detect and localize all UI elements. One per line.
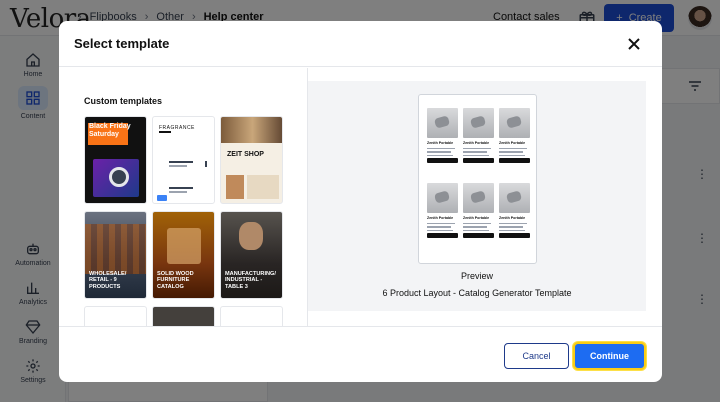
dialog-footer: Cancel Continue (59, 326, 662, 382)
thumb-line (159, 131, 171, 133)
preview-product-card: Zenith Portable (427, 183, 460, 251)
preview-product-description (427, 148, 460, 157)
preview-product-button (499, 233, 530, 239)
preview-product-name: Zenith Portable (499, 216, 526, 220)
preview-product-button (463, 233, 494, 239)
thumb-warehouse-image (85, 224, 146, 274)
thumb-label: MANUFACTURING/ INDUSTRIAL - TABLE 3 (225, 270, 276, 290)
preview-label: Preview (460, 271, 493, 281)
template-thumbnail-manufacturing-industrial[interactable]: MANUFACTURING/ INDUSTRIAL - TABLE 3 (220, 211, 283, 299)
thumb-workshop-image (167, 228, 201, 264)
template-thumbnail-solid-wood-furniture[interactable]: SOLID WOOD FURNITURE CATALOG (152, 211, 215, 299)
preview-product-image (427, 108, 458, 138)
template-thumbnail-wholesale-retail[interactable]: WHOLESALE/ RETAIL - 9 PRODUCTS (84, 211, 147, 299)
dialog-title: Select template (74, 36, 170, 51)
preview-product-button (427, 233, 458, 239)
preview-template-name: 6 Product Layout - Catalog Generator Tem… (382, 288, 572, 298)
thumb-line (205, 161, 207, 167)
thumb-person-image (239, 222, 263, 250)
preview-product-description (463, 148, 496, 157)
thumb-caption: ZEIT SHOP (227, 151, 264, 158)
preview-product-image (499, 183, 530, 213)
preview-product-card: Zenith Portable (463, 183, 496, 251)
thumb-label: WHOLESALE/ RETAIL - 9 PRODUCTS (89, 270, 127, 290)
close-icon[interactable] (627, 37, 641, 51)
continue-button[interactable]: Continue (573, 342, 646, 370)
preview-product-card: Zenith Portable (427, 108, 460, 176)
template-thumbnail-fragrance[interactable]: FRAGRANCE (152, 116, 215, 204)
templates-list[interactable]: Custom templates Black Friday Saturday F… (59, 68, 308, 326)
preview-pane: Zenith Portable Zenith Portable Zenith Por… (308, 81, 646, 311)
thumb-product-grid (247, 175, 279, 199)
thumb-line (169, 165, 187, 167)
template-thumbnail[interactable] (84, 306, 147, 326)
template-thumbnail-black-friday[interactable]: Black Friday Saturday (84, 116, 147, 204)
thumb-line (169, 187, 193, 189)
preview-product-button (427, 158, 458, 164)
preview-product-card: Zenith Portable (499, 108, 532, 176)
thumb-label: SOLID WOOD FURNITURE CATALOG (157, 270, 194, 290)
preview-product-name: Zenith Portable (463, 141, 490, 145)
preview-product-name: Zenith Portable (499, 141, 526, 145)
template-thumbnail[interactable] (220, 306, 283, 326)
preview-product-button (463, 158, 494, 164)
thumb-watch-images (221, 117, 282, 143)
preview-product-name: Zenith Portable (463, 216, 490, 220)
preview-product-description (499, 223, 532, 232)
preview-product-button (499, 158, 530, 164)
cancel-button[interactable]: Cancel (504, 343, 569, 369)
washing-machine-icon (109, 167, 129, 187)
thumb-line (169, 161, 193, 163)
preview-product-name: Zenith Portable (427, 216, 454, 220)
template-thumbnail[interactable] (152, 306, 215, 326)
preview-product-card: Zenith Portable (499, 183, 532, 251)
preview-product-image (463, 183, 494, 213)
thumb-person-image (226, 175, 244, 199)
template-thumbnail-zeit-shop[interactable]: ZEIT SHOP (220, 116, 283, 204)
thumb-caption: Black Friday Saturday (89, 123, 131, 138)
select-template-dialog: Select template Custom templates Black F… (59, 21, 662, 382)
preview-product-card: Zenith Portable (463, 108, 496, 176)
section-title: Custom templates (84, 96, 163, 106)
thumb-logo (157, 195, 167, 201)
preview-product-image (463, 108, 494, 138)
preview-product-description (463, 223, 496, 232)
preview-product-image (427, 183, 458, 213)
preview-product-description (427, 223, 460, 232)
template-preview-image: Zenith Portable Zenith Portable Zenith Por… (418, 94, 537, 264)
preview-product-image (499, 108, 530, 138)
preview-product-name: Zenith Portable (427, 141, 454, 145)
thumb-line (169, 191, 187, 193)
dialog-header: Select template (59, 21, 662, 67)
preview-product-description (499, 148, 532, 157)
